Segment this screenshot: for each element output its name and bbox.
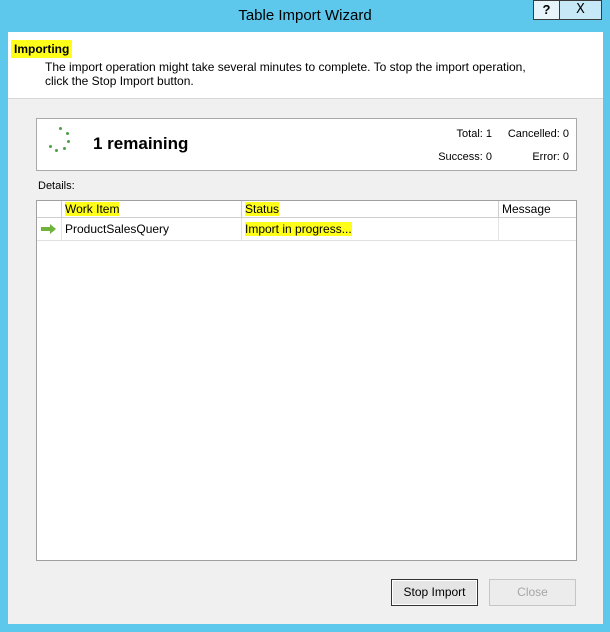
- column-header-status-label: Status: [245, 202, 280, 216]
- status-cell: Import in progress...: [242, 218, 499, 240]
- details-label: Details:: [38, 180, 75, 192]
- column-header-work-item-label: Work Item: [65, 202, 120, 216]
- column-header-message-label: Message: [502, 202, 551, 216]
- details-grid[interactable]: Work Item Status Message ProductSalesQue…: [36, 200, 577, 561]
- wizard-body: Importing The import operation might tak…: [8, 32, 603, 624]
- work-item-cell: ProductSalesQuery: [62, 218, 242, 240]
- status-cell-text: Import in progress...: [245, 222, 352, 236]
- arrow-right-icon: [41, 224, 56, 234]
- column-header-work-item[interactable]: Work Item: [62, 201, 242, 217]
- total-count: Total: 1: [456, 128, 492, 140]
- stop-import-button[interactable]: Stop Import: [391, 579, 478, 606]
- progress-spinner-icon: [49, 127, 73, 155]
- column-header-status[interactable]: Status: [242, 201, 499, 217]
- close-window-button[interactable]: X: [559, 0, 602, 20]
- table-row[interactable]: ProductSalesQuery Import in progress...: [37, 218, 576, 241]
- error-count: Error: 0: [532, 151, 569, 163]
- column-header-indicator: [37, 201, 62, 217]
- description-line-2: click the Stop Import button.: [45, 74, 194, 88]
- cancelled-count: Cancelled: 0: [507, 128, 569, 140]
- page-title: Importing: [11, 40, 73, 58]
- help-button[interactable]: ?: [533, 0, 560, 20]
- grid-header: Work Item Status Message: [37, 201, 576, 218]
- table-import-wizard-window: Table Import Wizard ? X Importing The im…: [0, 0, 610, 632]
- row-indicator: [37, 218, 62, 240]
- column-header-message[interactable]: Message: [499, 201, 576, 217]
- remaining-count: 1 remaining: [93, 134, 189, 153]
- window-title: Table Import Wizard: [238, 7, 372, 24]
- wizard-header: Importing The import operation might tak…: [8, 32, 603, 99]
- message-cell: [499, 218, 576, 240]
- page-description: The import operation might take several …: [45, 60, 585, 88]
- success-count: Success: 0: [438, 151, 492, 163]
- close-button[interactable]: Close: [489, 579, 576, 606]
- title-bar[interactable]: Table Import Wizard ? X: [0, 0, 610, 32]
- progress-summary-panel: 1 remaining Total: 1 Cancelled: 0 Succes…: [36, 118, 577, 171]
- description-line-1: The import operation might take several …: [45, 60, 526, 74]
